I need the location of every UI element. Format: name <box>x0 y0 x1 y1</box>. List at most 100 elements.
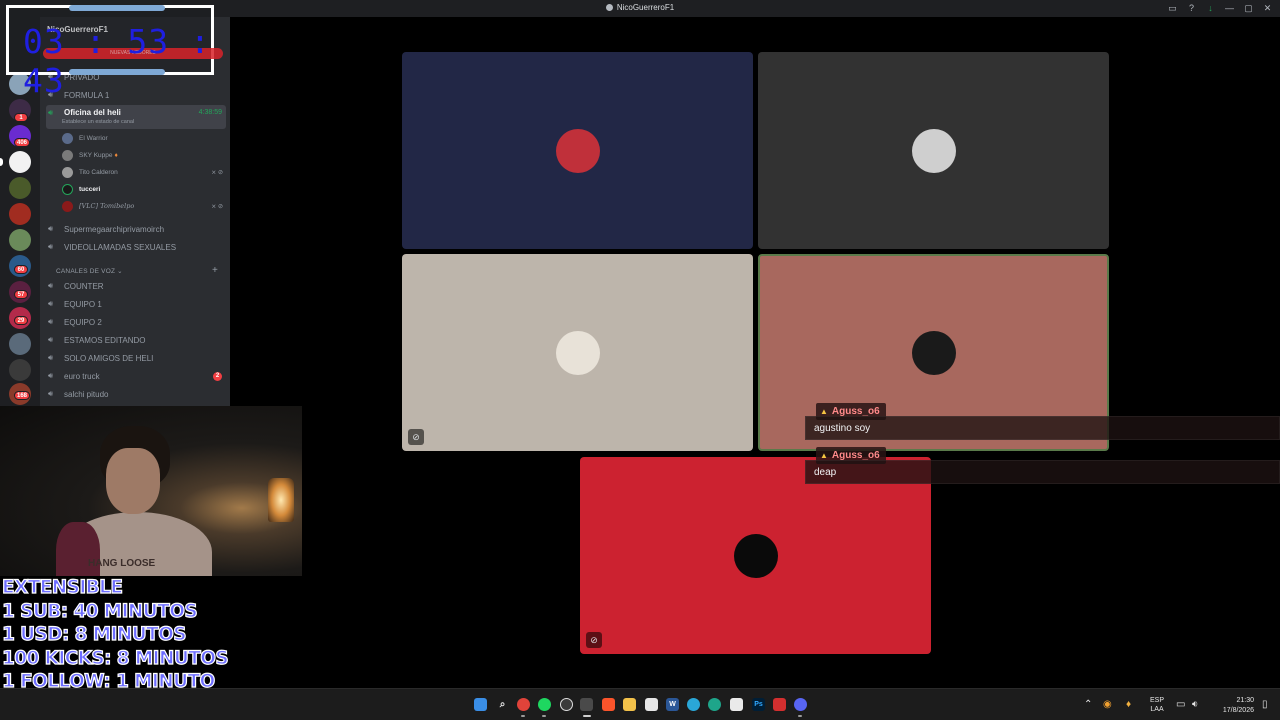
start-icon[interactable] <box>474 698 487 711</box>
participant-tile[interactable]: ⊘ <box>402 254 753 451</box>
participant-tile[interactable]: ⊘ <box>580 457 931 654</box>
server-icon[interactable] <box>9 333 31 355</box>
participant-tile[interactable] <box>402 52 753 249</box>
files-icon[interactable] <box>645 698 658 711</box>
lantern <box>268 478 294 522</box>
search-icon[interactable]: ⌕ <box>496 698 509 711</box>
word-icon[interactable]: W <box>666 698 679 711</box>
streamer <box>56 426 212 576</box>
minimize-button[interactable]: — <box>1223 2 1236 14</box>
extensible-line: 1 USD: 8 MINUTOS <box>1 623 187 645</box>
muted-deafened-icon: ⨯ ⊘ <box>211 169 223 176</box>
spotify-icon[interactable] <box>538 698 551 711</box>
avatar <box>62 166 73 178</box>
chat-message: deap <box>805 460 1280 484</box>
channel-supermega[interactable]: 🔊︎ Supermegaarchiprivamoirch <box>46 220 226 238</box>
channel-status[interactable]: Establece un estado de canal <box>62 119 134 125</box>
window-controls: ▭ ? ↓ — ▢ ✕ <box>1166 2 1274 14</box>
active-indicator <box>583 715 591 717</box>
timer-bar-bottom <box>69 69 165 75</box>
voice-member[interactable]: Tito Calderon ⨯ ⊘ <box>62 164 226 180</box>
store-icon[interactable] <box>730 698 743 711</box>
channel-timer: 4:38:59 <box>198 109 222 116</box>
active-app-icon[interactable] <box>580 698 593 711</box>
face <box>106 448 160 514</box>
chat-message: agustino soy <box>805 416 1280 440</box>
extensible-line: EXTENSIBLE <box>1 576 123 598</box>
tray-app-icon[interactable]: ◉ <box>1103 699 1112 710</box>
participant-avatar <box>555 128 600 173</box>
participant-tile[interactable] <box>758 52 1109 249</box>
close-button[interactable]: ✕ <box>1261 2 1274 14</box>
channel-equipo-2[interactable]: 🔊︎ EQUIPO 2 <box>46 313 226 331</box>
discord-icon[interactable] <box>794 698 807 711</box>
server-badge: 57 <box>14 290 28 299</box>
speaker-icon: 🔊︎ <box>48 224 54 233</box>
server-icon[interactable] <box>9 229 31 251</box>
chrome-icon[interactable] <box>517 698 530 711</box>
running-indicator <box>521 715 525 717</box>
server-icon[interactable] <box>9 151 31 173</box>
server-icon[interactable] <box>9 203 31 225</box>
channel-oficina-del-heli[interactable]: 🔊︎ Oficina del heli 4:38:59 Establece un … <box>46 105 226 129</box>
edge-icon[interactable] <box>687 698 700 711</box>
participant-avatar <box>911 128 956 173</box>
brave-icon[interactable] <box>602 698 615 711</box>
server-badge: 406 <box>14 138 31 147</box>
participant-avatar <box>911 330 956 375</box>
server-badge: 60 <box>14 265 28 274</box>
avatar <box>62 149 73 161</box>
photos-icon[interactable] <box>708 698 721 711</box>
network-icon[interactable]: ▭ <box>1176 699 1185 710</box>
speaker-icon: 🔊︎ <box>48 389 54 398</box>
discord-stream-screen: NicoGuerreroF1 ▭ ? ↓ — ▢ ✕ 1 406 60 57 2… <box>0 0 1280 720</box>
taskbar-clock[interactable]: 21:30 17/8/2026 <box>1210 696 1254 716</box>
channel-salchi-pitudo[interactable]: 🔊︎ salchi pitudo <box>46 385 226 403</box>
shirt-text: HANG LOOSE <box>88 558 156 569</box>
obs-icon[interactable] <box>560 698 573 711</box>
channel-videollamadas[interactable]: 🔊︎ VIDEOLLAMADAS SEXUALES <box>46 238 226 256</box>
muted-deafened-icon: ⨯ ⊘ <box>211 203 223 210</box>
microphone-icon[interactable]: ♦ <box>1126 699 1131 710</box>
deafened-icon: ⊘ <box>408 429 424 445</box>
channel-solo-amigos[interactable]: 🔊︎ SOLO AMIGOS DE HELI <box>46 349 226 367</box>
server-icon[interactable] <box>9 359 31 381</box>
webcam-feed: HANG LOOSE <box>0 406 302 576</box>
notification-icon[interactable]: ▯ <box>1262 699 1268 710</box>
volume-icon[interactable]: 🔉︎ <box>1192 699 1198 710</box>
voice-member[interactable]: SKY Kuppe ♦ <box>62 147 226 163</box>
timer-bar-top <box>69 5 165 11</box>
deafened-icon: ⊘ <box>586 632 602 648</box>
channel-badge: 2 <box>213 372 222 381</box>
channel-estamos-editando[interactable]: 🔊︎ ESTAMOS EDITANDO <box>46 331 226 349</box>
windows-taskbar: ⌕ W Ps ⌃ ◉ ♦ ESP LAA ▭ 🔉︎ 21:30 17/8/2026 … <box>0 688 1280 720</box>
server-icon[interactable] <box>9 177 31 199</box>
channel-equipo-1[interactable]: 🔊︎ EQUIPO 1 <box>46 295 226 313</box>
inbox-icon[interactable]: ▭ <box>1166 2 1179 14</box>
voice-member[interactable]: [VLC] Tomibelpo ⨯ ⊘ <box>62 198 226 214</box>
download-icon[interactable]: ↓ <box>1204 2 1217 14</box>
speaker-icon: 🔊︎ <box>48 371 54 380</box>
capcut-icon[interactable] <box>773 698 786 711</box>
extensible-overlay: EXTENSIBLE 1 SUB: 40 MINUTOS 1 USD: 8 MI… <box>0 576 229 693</box>
voice-member[interactable]: El Warrior <box>62 130 226 146</box>
help-icon[interactable]: ? <box>1185 2 1198 14</box>
voice-member[interactable]: tucceri <box>62 181 226 197</box>
category-canales-de-voz[interactable]: CANALES DE VOZ ⌄ + <box>56 265 218 276</box>
selected-indicator <box>0 158 3 166</box>
avatar <box>62 132 73 144</box>
maximize-button[interactable]: ▢ <box>1242 2 1255 14</box>
folder-icon[interactable] <box>623 698 636 711</box>
channel-euro-truck[interactable]: 🔊︎ euro truck 2 <box>46 367 226 385</box>
chevron-up-icon[interactable]: ⌃ <box>1084 699 1092 710</box>
add-channel-icon[interactable]: + <box>212 265 218 276</box>
photoshop-icon[interactable]: Ps <box>752 698 765 711</box>
channel-counter[interactable]: 🔊︎ COUNTER <box>46 277 226 295</box>
extensible-line: 100 KICKS: 8 MINUTOS <box>1 647 229 669</box>
speaker-icon: 🔊︎ <box>48 299 54 308</box>
participant-avatar <box>733 533 778 578</box>
language-indicator[interactable]: ESP LAA <box>1150 696 1164 714</box>
avatar <box>62 183 73 195</box>
server-badge: 1 <box>14 113 28 122</box>
speaker-icon: 🔊︎ <box>48 242 54 251</box>
